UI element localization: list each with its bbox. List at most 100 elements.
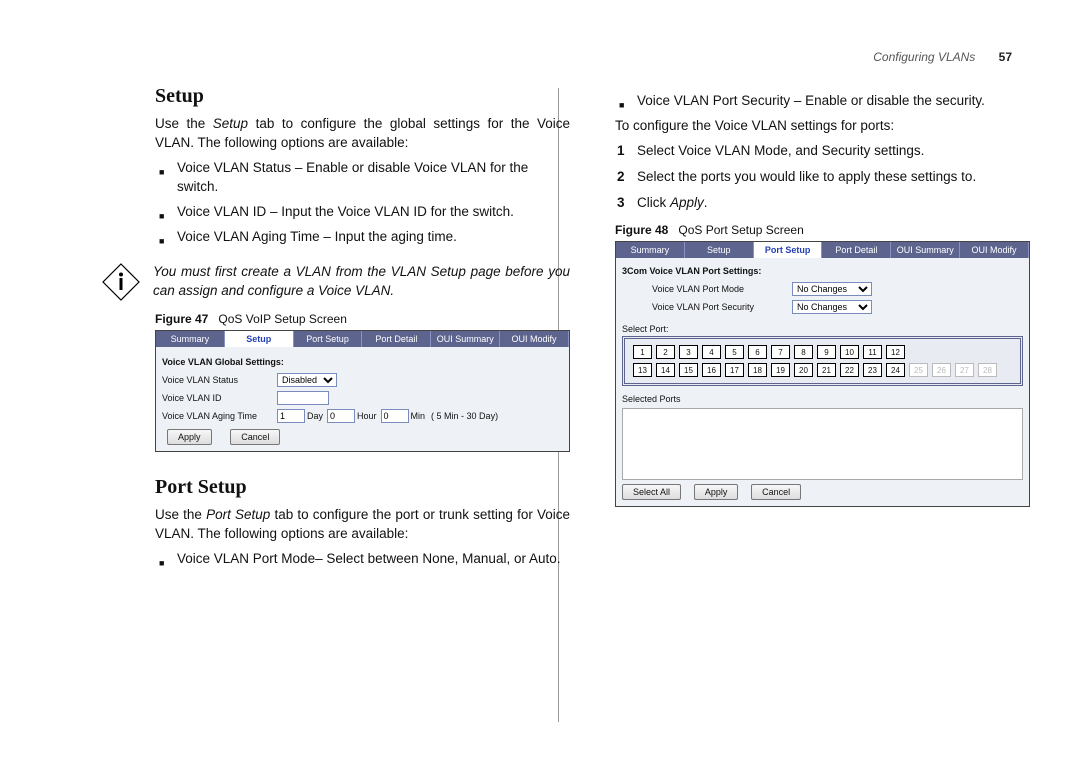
configure-steps: 1Select Voice VLAN Mode, and Security se… <box>615 141 1030 213</box>
info-icon <box>101 262 141 302</box>
fig48-tab[interactable]: Port Detail <box>822 242 891 258</box>
running-header: Configuring VLANs 57 <box>873 50 1012 64</box>
fig48-security-label: Voice VLAN Port Security <box>652 302 792 312</box>
fig47-cancel-button[interactable]: Cancel <box>230 429 280 445</box>
page: Configuring VLANs 57 Setup Use the Setup… <box>0 0 1080 762</box>
fig48-mode-label: Voice VLAN Port Mode <box>652 284 792 294</box>
step-2-text: Select the ports you would like to apply… <box>637 169 976 184</box>
port-button[interactable]: 25 <box>909 363 928 377</box>
port-button[interactable]: 5 <box>725 345 744 359</box>
port-button[interactable]: 27 <box>955 363 974 377</box>
setup-intro-a: Use the <box>155 116 213 131</box>
port-button[interactable]: 13 <box>633 363 652 377</box>
page-number: 57 <box>999 50 1012 64</box>
step-3-b: . <box>704 195 708 210</box>
port-button[interactable]: 10 <box>840 345 859 359</box>
port-button[interactable]: 24 <box>886 363 905 377</box>
fig47-buttons: Apply Cancel <box>162 429 563 445</box>
port-button[interactable]: 7 <box>771 345 790 359</box>
fig48-tab[interactable]: OUI Summary <box>891 242 960 258</box>
fig47-status-label: Voice VLAN Status <box>162 375 277 385</box>
fig48-row-mode: Voice VLAN Port Mode No Changes <box>652 282 1023 296</box>
setup-bullet: Voice VLAN ID – Input the Voice VLAN ID … <box>177 202 570 221</box>
fig48-selectport-label: Select Port: <box>622 324 1023 334</box>
portsetup-intro: Use the Port Setup tab to configure the … <box>155 505 570 543</box>
port-button[interactable]: 4 <box>702 345 721 359</box>
port-button[interactable]: 17 <box>725 363 744 377</box>
figure-48-label: Figure 48 <box>615 223 668 237</box>
fig48-port-row-1: 123456789101112 <box>633 345 1012 359</box>
port-button[interactable]: 8 <box>794 345 813 359</box>
fig48-select-port: Select Port: 123456789101112 13141516171… <box>622 324 1023 386</box>
port-button[interactable]: 18 <box>748 363 767 377</box>
port-button[interactable]: 16 <box>702 363 721 377</box>
fig48-tab[interactable]: OUI Modify <box>960 242 1029 258</box>
fig47-tab[interactable]: Summary <box>156 331 225 347</box>
fig48-apply-button[interactable]: Apply <box>694 484 739 500</box>
port-button[interactable]: 15 <box>679 363 698 377</box>
right-column: Voice VLAN Port Security – Enable or dis… <box>615 85 1030 732</box>
fig48-security-select[interactable]: No Changes <box>792 300 872 314</box>
figure-48-caption: Figure 48 QoS Port Setup Screen <box>615 223 1030 237</box>
fig47-status-select[interactable]: Disabled <box>277 373 337 387</box>
step-3-a: Click <box>637 195 670 210</box>
port-button[interactable]: 23 <box>863 363 882 377</box>
port-button[interactable]: 12 <box>886 345 905 359</box>
fig47-row-status: Voice VLAN Status Disabled <box>162 373 563 387</box>
portsetup-bullets-cont: Voice VLAN Port Security – Enable or dis… <box>615 91 1030 110</box>
fig47-tabbar: SummarySetupPort SetupPort DetailOUI Sum… <box>156 331 569 347</box>
configure-lead: To configure the Voice VLAN settings for… <box>615 116 1030 135</box>
setup-bullets: Voice VLAN Status – Enable or disable Vo… <box>155 158 570 246</box>
setup-intro-em: Setup <box>213 116 248 131</box>
port-button[interactable]: 14 <box>656 363 675 377</box>
fig47-tab[interactable]: Setup <box>225 331 294 347</box>
port-button[interactable]: 28 <box>978 363 997 377</box>
fig47-vlanid-input[interactable] <box>277 391 329 405</box>
figure-47-caption: Figure 47 QoS VoIP Setup Screen <box>155 312 570 326</box>
port-button[interactable]: 22 <box>840 363 859 377</box>
fig48-tab[interactable]: Port Setup <box>754 242 823 258</box>
portsetup-bullet: Voice VLAN Port Mode– Select between Non… <box>177 549 570 568</box>
fig47-hour-input[interactable] <box>327 409 355 423</box>
port-button[interactable]: 6 <box>748 345 767 359</box>
left-column: Setup Use the Setup tab to configure the… <box>155 85 570 732</box>
port-button[interactable]: 2 <box>656 345 675 359</box>
fig47-day-unit: Day <box>307 411 323 421</box>
port-button[interactable]: 26 <box>932 363 951 377</box>
step-3: 3 Click Apply. <box>637 193 1030 213</box>
running-title: Configuring VLANs <box>873 50 975 64</box>
port-button[interactable]: 3 <box>679 345 698 359</box>
fig47-tab[interactable]: Port Detail <box>362 331 431 347</box>
fig48-selected-ports-box[interactable] <box>622 408 1023 480</box>
fig47-vlanid-label: Voice VLAN ID <box>162 393 277 403</box>
step-2: 2Select the ports you would like to appl… <box>637 167 1030 187</box>
port-button[interactable]: 1 <box>633 345 652 359</box>
fig47-range: ( 5 Min - 30 Day) <box>431 411 498 421</box>
fig47-tab[interactable]: OUI Summary <box>431 331 500 347</box>
setup-intro: Use the Setup tab to configure the globa… <box>155 114 570 152</box>
heading-port-setup: Port Setup <box>155 476 570 499</box>
fig48-tab[interactable]: Setup <box>685 242 754 258</box>
fig48-selectedports-label: Selected Ports <box>622 394 1023 404</box>
fig47-row-aging: Voice VLAN Aging Time Day Hour Min ( 5 M… <box>162 409 563 423</box>
figure-47-label: Figure 47 <box>155 312 208 326</box>
port-button[interactable]: 21 <box>817 363 836 377</box>
fig48-port-frame: 123456789101112 131415161718192021222324… <box>622 336 1023 386</box>
fig47-min-input[interactable] <box>381 409 409 423</box>
port-button[interactable]: 19 <box>771 363 790 377</box>
fig48-mode-select[interactable]: No Changes <box>792 282 872 296</box>
fig47-tab[interactable]: Port Setup <box>294 331 363 347</box>
port-button[interactable]: 11 <box>863 345 882 359</box>
fig47-day-input[interactable] <box>277 409 305 423</box>
port-button[interactable]: 9 <box>817 345 836 359</box>
fig48-cancel-button[interactable]: Cancel <box>751 484 801 500</box>
fig48-row-security: Voice VLAN Port Security No Changes <box>652 300 1023 314</box>
port-button[interactable]: 20 <box>794 363 813 377</box>
step-3-em: Apply <box>670 195 704 210</box>
portsetup-intro-em: Port Setup <box>206 507 270 522</box>
fig47-tab[interactable]: OUI Modify <box>500 331 569 347</box>
fig48-tab[interactable]: Summary <box>616 242 685 258</box>
fig47-section-title: Voice VLAN Global Settings: <box>162 357 563 367</box>
fig48-selectall-button[interactable]: Select All <box>622 484 681 500</box>
fig47-apply-button[interactable]: Apply <box>167 429 212 445</box>
